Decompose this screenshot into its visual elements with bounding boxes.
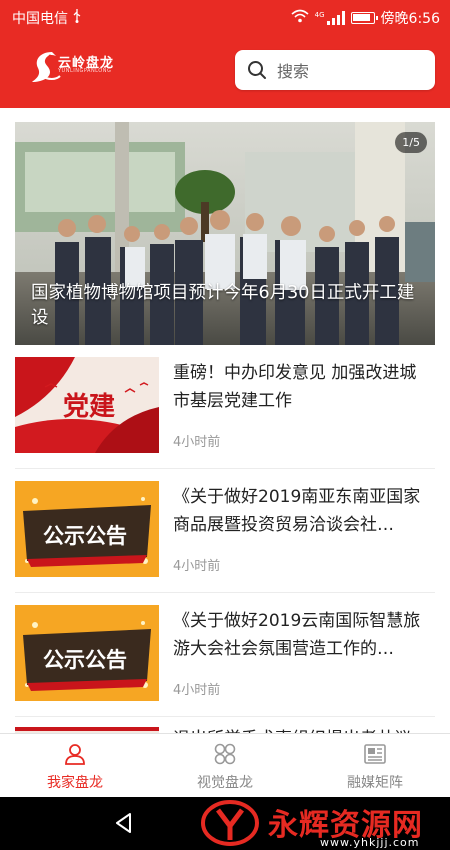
news-item[interactable]: 党建 重磅！中办印发意见 加强改进城市基层党建工作 4小时前 bbox=[15, 345, 435, 469]
banner-caption: 国家植物博物馆项目预计今年6月30日正式开工建设 bbox=[31, 283, 415, 328]
wifi-icon bbox=[291, 9, 309, 27]
banner-page-indicator: 1/5 bbox=[395, 132, 427, 153]
featured-banner[interactable]: 1/5 国家植物博物馆项目预计今年6月30日正式开工建设 bbox=[15, 122, 435, 345]
news-thumb-text: 公示公告 bbox=[43, 648, 127, 672]
news-thumbnail: 党建 bbox=[15, 357, 159, 453]
network-type: 4G bbox=[314, 11, 325, 19]
tab-label: 视觉盘龙 bbox=[197, 775, 253, 791]
clock: 傍晚6:56 bbox=[380, 11, 440, 27]
logo-subtext: YUNLINGPANLONG bbox=[58, 68, 112, 74]
person-icon bbox=[65, 744, 85, 765]
tab-wojia-panlong[interactable]: 我家盘龙 bbox=[0, 734, 150, 797]
news-title: 《关于做好2019南亚东南亚国家商品展暨投资贸易洽谈会社… bbox=[173, 487, 421, 535]
news-thumbnail: 公示公告 bbox=[15, 481, 159, 577]
news-title: 重磅！中办印发意见 加强改进城市基层党建工作 bbox=[173, 363, 417, 411]
status-left: 中国电信 bbox=[12, 8, 82, 28]
news-thumb-text: 公示公告 bbox=[43, 524, 127, 548]
status-right: 4G 傍晚6:56 bbox=[291, 8, 440, 28]
status-bar: 中国电信 4G 傍晚6:56 bbox=[0, 0, 450, 34]
news-time: 4小时前 bbox=[173, 683, 221, 698]
tab-rongmei-juzhen[interactable]: 融媒矩阵 bbox=[300, 734, 450, 797]
search-box[interactable]: 搜索 bbox=[235, 50, 435, 90]
news-item[interactable]: 公示公告 《关于做好2019云南国际智慧旅游大会社会氛围营造工作的… 4小时前 bbox=[15, 593, 435, 717]
signal-icon bbox=[326, 11, 345, 25]
news-thumbnail: 公示公告 bbox=[15, 605, 159, 701]
tab-label: 融媒矩阵 bbox=[347, 775, 403, 791]
news-thumb-text: 党建 bbox=[63, 392, 115, 422]
tab-shijue-panlong[interactable]: 视觉盘龙 bbox=[150, 734, 300, 797]
watermark-logo-icon bbox=[201, 800, 259, 846]
app-header: 中国电信 4G 傍晚6:56 云岭盘龙 YUNLINGPANLONG 搜索 bbox=[0, 0, 450, 108]
news-item[interactable]: 公示公告 《关于做好2019南亚东南亚国家商品展暨投资贸易洽谈会社… 4小时前 bbox=[15, 469, 435, 593]
carrier-label: 中国电信 bbox=[12, 11, 68, 27]
bottom-tab-bar: 我家盘龙 视觉盘龙 融媒矩阵 bbox=[0, 733, 450, 797]
tab-label: 我家盘龙 bbox=[47, 775, 103, 791]
back-icon[interactable] bbox=[112, 811, 136, 835]
grid-icon bbox=[214, 743, 236, 765]
news-time: 4小时前 bbox=[173, 559, 221, 574]
watermark-url: www.yhkjjj.com bbox=[320, 836, 420, 849]
watermark: 永辉资源网 www.yhkjjj.com bbox=[200, 800, 422, 849]
search-placeholder: 搜索 bbox=[277, 62, 310, 81]
news-title: 《关于做好2019云南国际智慧旅游大会社会氛围营造工作的… bbox=[173, 611, 421, 659]
newspaper-icon bbox=[364, 744, 386, 764]
search-icon bbox=[248, 61, 266, 79]
news-time: 4小时前 bbox=[173, 435, 221, 450]
usb-icon bbox=[72, 9, 82, 27]
battery-icon bbox=[350, 12, 378, 24]
